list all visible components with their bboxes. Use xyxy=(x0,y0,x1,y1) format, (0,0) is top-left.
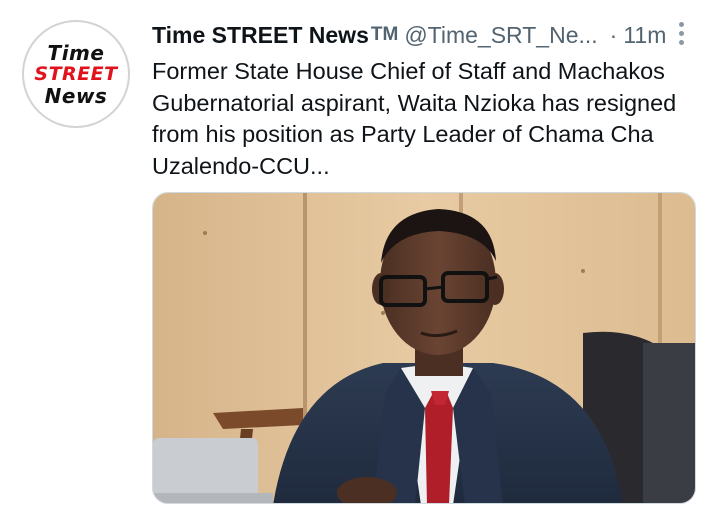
timestamp[interactable]: 11m xyxy=(623,22,666,49)
more-options-icon[interactable] xyxy=(672,18,690,48)
display-name[interactable]: Time STREET News xyxy=(152,22,369,49)
avatar-logo-line3: News xyxy=(44,83,108,108)
tweet-card[interactable]: Time STREET News Time STREET News TM @Ti… xyxy=(0,0,720,514)
more-dot-3 xyxy=(678,39,684,45)
trademark-badge: TM xyxy=(370,24,399,45)
user-handle[interactable]: @Time_SRT_Ne... xyxy=(404,22,597,49)
tweet-header: Time STREET News TM @Time_SRT_Ne... · 11… xyxy=(152,18,692,52)
separator-dot: · xyxy=(609,21,618,48)
tweet-photo[interactable] xyxy=(152,192,696,504)
tweet-text: Former State House Chief of Staff and Ma… xyxy=(152,58,677,179)
more-dot-2 xyxy=(678,30,684,36)
avatar-logo-line1: Time xyxy=(47,40,105,65)
avatar-logo-line2: STREET xyxy=(34,62,118,85)
avatar[interactable]: Time STREET News xyxy=(22,20,130,128)
portrait-photo xyxy=(153,193,695,503)
more-dot-1 xyxy=(678,21,684,27)
